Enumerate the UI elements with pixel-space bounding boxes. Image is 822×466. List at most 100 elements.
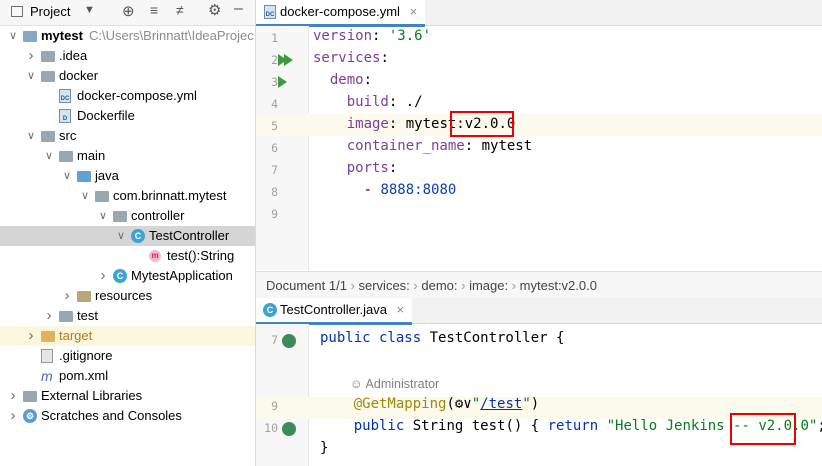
libraries-icon	[23, 391, 37, 402]
bottom-editor-tabbar: C TestController.java ×	[256, 298, 822, 325]
tree-item-label: main	[77, 148, 106, 163]
spring-bean-icon[interactable]	[282, 334, 296, 348]
chevron-right-icon[interactable]: ›	[62, 286, 72, 306]
tree-row-target[interactable]: › target	[0, 326, 255, 346]
gear-icon[interactable]: ⚙	[208, 1, 221, 19]
tree-row-mytest[interactable]: ∨ mytest C:\Users\Brinnatt\IdeaProjec	[0, 26, 255, 46]
resources-folder-icon	[77, 291, 91, 302]
tree-row-dockerfile[interactable]: D Dockerfile	[0, 106, 255, 126]
tree-row-com-brinnatt-mytest[interactable]: ∨ com.brinnatt.mytest	[0, 186, 255, 206]
tree-row-main[interactable]: ∨ main	[0, 146, 255, 166]
line-number: 5	[271, 119, 278, 133]
tree-item-label: MytestApplication	[131, 268, 233, 283]
gitignore-file-icon	[41, 349, 53, 363]
close-icon[interactable]: ×	[397, 302, 405, 317]
code-line: build: ./	[313, 94, 423, 110]
chevron-right-icon[interactable]: ›	[8, 406, 18, 426]
line-number: 9	[271, 399, 278, 413]
breadcrumb-item[interactable]: demo:	[421, 278, 457, 293]
code-token: :	[372, 28, 389, 44]
tree-item-label: .gitignore	[59, 348, 113, 363]
tab-test-controller[interactable]: C TestController.java ×	[256, 298, 413, 325]
code-token: (	[446, 396, 455, 412]
locate-icon[interactable]: ⊕	[122, 2, 135, 20]
source-folder-icon	[77, 171, 91, 182]
tree-item-label: mytest	[41, 28, 83, 43]
tree-row--idea[interactable]: › .idea	[0, 46, 255, 66]
tree-row-docker-compose-yml[interactable]: DC docker-compose.yml	[0, 86, 255, 106]
expand-all-icon[interactable]: ≠	[176, 2, 184, 18]
chevron-right-icon[interactable]: ›	[44, 306, 54, 326]
close-icon[interactable]: ×	[410, 4, 418, 19]
tree-item-label: .idea	[59, 48, 88, 63]
tree-item-label: com.brinnatt.mytest	[113, 188, 227, 203]
tree-row--gitignore[interactable]: .gitignore	[0, 346, 255, 366]
chevron-down-icon[interactable]: ∨	[8, 26, 18, 46]
chevron-down-icon[interactable]: ∨	[44, 146, 54, 166]
breadcrumb-item[interactable]: services:	[359, 278, 410, 293]
chevron-down-icon[interactable]: ▼	[84, 4, 95, 16]
folder-icon	[41, 51, 55, 62]
line-number: 1	[271, 31, 278, 45]
chevron-down-icon[interactable]: ∨	[26, 126, 36, 146]
tree-row-scratches-and-consoles[interactable]: › ⚙ Scratches and Consoles	[0, 406, 255, 426]
package-icon	[95, 191, 109, 202]
chevron-right-icon[interactable]: ›	[26, 46, 36, 66]
chevron-down-icon[interactable]: ∨	[62, 166, 72, 186]
tree-row-docker[interactable]: ∨ docker	[0, 66, 255, 86]
line-number: 3	[271, 75, 278, 89]
collapse-all-icon[interactable]: ≡	[150, 2, 158, 18]
breadcrumb-item[interactable]: Document 1/1	[266, 278, 347, 293]
maven-file-icon: m	[41, 368, 53, 384]
tab-docker-compose[interactable]: DC docker-compose.yml ×	[256, 0, 426, 27]
code-token: : mytest	[464, 138, 533, 154]
method-icon: m	[149, 250, 161, 262]
code-token: :	[380, 50, 389, 66]
breadcrumb-item[interactable]: image:	[469, 278, 508, 293]
chevron-right-icon[interactable]: ›	[98, 266, 108, 286]
chevron-down-icon[interactable]: ∨	[98, 206, 108, 226]
code-line: @GetMapping(⚙∨"/test")	[320, 396, 539, 412]
code-token: -	[313, 182, 381, 198]
chevron-right-icon[interactable]: ›	[26, 326, 36, 346]
docker-compose-file-icon: DC	[264, 5, 276, 19]
tree-row-external-libraries[interactable]: › External Libraries	[0, 386, 255, 406]
spring-class-icon: C	[113, 269, 127, 283]
tree-item-label: docker-compose.yml	[77, 88, 197, 103]
top-editor-code[interactable]: 1 version: '3.6' 2 services: 3 demo: 4 build:…	[256, 26, 822, 270]
version-highlight-box	[730, 413, 796, 445]
tree-item-label: resources	[95, 288, 153, 303]
chevron-down-icon[interactable]: ∨	[80, 186, 90, 206]
dockerfile-icon: D	[59, 109, 71, 123]
code-token: )	[530, 396, 540, 412]
code-token: 8888:8080	[380, 182, 457, 198]
run-all-icon-second	[284, 54, 293, 66]
code-line: demo:	[313, 72, 372, 88]
code-token: @GetMapping	[353, 396, 447, 412]
tree-item-label: Scratches and Consoles	[41, 408, 182, 423]
chevron-right-icon[interactable]: ›	[8, 386, 18, 406]
code-token: public class	[320, 330, 430, 346]
tree-row-resources[interactable]: › resources	[0, 286, 255, 306]
tree-row-java[interactable]: ∨ java	[0, 166, 255, 186]
spring-endpoint-icon[interactable]	[282, 422, 296, 436]
tree-row-test[interactable]: › test	[0, 306, 255, 326]
chevron-down-icon[interactable]: ∨	[26, 66, 36, 86]
tree-item-label: External Libraries	[41, 388, 143, 403]
scratches-icon: ⚙	[23, 409, 37, 423]
code-token: image	[346, 116, 389, 132]
tree-item-label: target	[59, 328, 93, 343]
breadcrumb-item[interactable]: mytest:v2.0.0	[520, 278, 597, 293]
run-icon[interactable]	[278, 76, 287, 88]
minimize-icon[interactable]: –	[234, 0, 243, 18]
tree-row-src[interactable]: ∨ src	[0, 126, 255, 146]
line-number: 9	[271, 207, 278, 221]
tree-row-controller[interactable]: ∨ controller	[0, 206, 255, 226]
chevron-down-icon[interactable]: ∨	[116, 226, 126, 246]
project-panel-title[interactable]: Project	[30, 4, 70, 19]
tree-row-mytestapplication[interactable]: › C MytestApplication	[0, 266, 255, 286]
tree-row-testcontroller[interactable]: ∨ C TestController	[0, 226, 255, 246]
tree-row-pom-xml[interactable]: m pom.xml	[0, 366, 255, 386]
tree-row-test-string[interactable]: m test():String	[0, 246, 255, 266]
